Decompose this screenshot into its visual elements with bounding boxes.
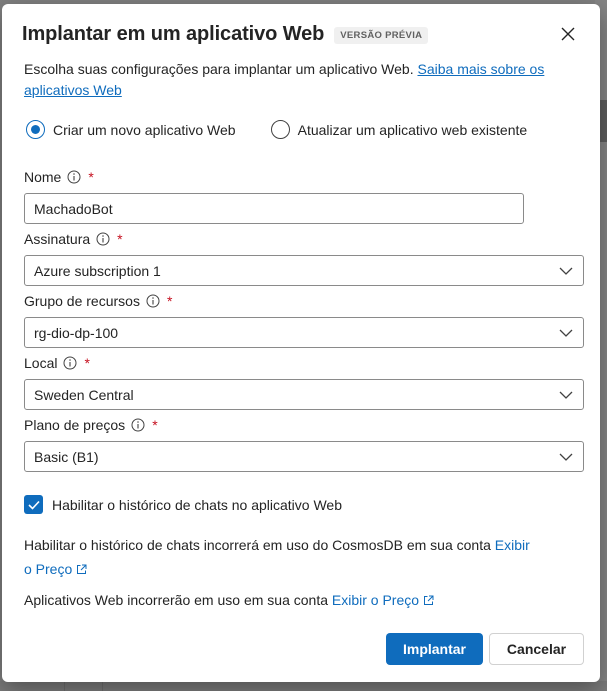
pricing-plan-select[interactable]: Basic (B1): [24, 441, 584, 472]
radio-unchecked-indicator: [270, 120, 290, 139]
select-value: Sweden Central: [34, 386, 134, 403]
checkbox-checked-indicator: [24, 495, 43, 514]
close-button[interactable]: [558, 24, 578, 44]
deploy-mode-radio-group: Criar um novo aplicativo Web Atualizar u…: [26, 120, 527, 139]
dialog-header: Implantar em um aplicativo Web VERSÃO PR…: [22, 23, 429, 46]
external-link-icon: [77, 564, 87, 574]
resource-group-select[interactable]: rg-dio-dp-100: [24, 317, 584, 348]
field-label-text: Local: [24, 355, 58, 371]
link-text: o Preço: [24, 561, 73, 577]
checkbox-label: Habilitar o histórico de chats no aplica…: [52, 496, 343, 513]
dialog-title: Implantar em um aplicativo Web: [22, 23, 325, 45]
required-marker: *: [84, 355, 90, 371]
field-label-text: Grupo de recursos: [24, 293, 140, 309]
chevron-down-icon: [559, 329, 573, 337]
description-text: Escolha suas configurações para implanta…: [24, 61, 418, 77]
chevron-down-icon: [559, 453, 573, 461]
required-marker: *: [166, 293, 173, 309]
resource-group-label: Grupo de recursos *: [24, 293, 172, 309]
link-text: Exibir: [494, 537, 530, 553]
field-label-text: Assinatura: [24, 231, 91, 247]
info-icon[interactable]: [146, 294, 160, 308]
radio-create-new-app[interactable]: Criar um novo aplicativo Web: [26, 120, 236, 139]
radio-checked-indicator: [26, 120, 45, 139]
subscription-label: Assinatura *: [24, 231, 123, 247]
name-input[interactable]: [24, 193, 524, 224]
required-marker: *: [152, 417, 158, 433]
dialog-description: Escolha suas configurações para implanta…: [24, 59, 554, 101]
deploy-web-app-dialog: Implantar em um aplicativo Web VERSÃO PR…: [2, 4, 600, 682]
cancel-button[interactable]: Cancelar: [489, 633, 584, 665]
info-icon[interactable]: [63, 356, 77, 370]
radio-update-existing-app[interactable]: Atualizar um aplicativo web existente: [270, 120, 528, 139]
chevron-down-icon: [559, 267, 573, 275]
chevron-down-icon: [559, 391, 573, 399]
preview-badge: VERSÃO PRÉVIA: [334, 27, 429, 44]
background-divider: [102, 681, 103, 691]
required-marker: *: [88, 169, 94, 185]
webapp-pricing-link[interactable]: Exibir o Preço: [332, 592, 434, 608]
select-value: Azure subscription 1: [34, 262, 161, 279]
radio-label: Criar um novo aplicativo Web: [53, 121, 236, 138]
webapp-cost-note: Aplicativos Web incorrerão em uso em sua…: [24, 588, 434, 612]
select-value: rg-dio-dp-100: [34, 324, 119, 341]
pricing-plan-label: Plano de preços *: [24, 417, 158, 433]
location-label: Local *: [24, 355, 90, 371]
cosmos-cost-note: Habilitar o histórico de chats incorrerá…: [24, 533, 564, 581]
note-text: Habilitar o histórico de chats incorrerá…: [24, 537, 495, 553]
link-text: Exibir o Preço: [331, 592, 420, 608]
close-icon: [561, 27, 575, 41]
note-text: Aplicativos Web incorrerão em uso em sua…: [24, 592, 332, 608]
external-link-icon: [424, 595, 434, 605]
location-select[interactable]: Sweden Central: [24, 379, 584, 410]
checkmark-icon: [27, 500, 40, 510]
background-bottom-strip: [0, 681, 607, 691]
field-label-text: Plano de preços: [24, 417, 126, 433]
name-label: Nome *: [24, 169, 94, 185]
info-icon[interactable]: [96, 232, 110, 246]
required-marker: *: [117, 231, 123, 247]
select-value: Basic (B1): [34, 448, 99, 465]
background-divider: [64, 681, 65, 691]
deploy-button[interactable]: Implantar: [386, 633, 483, 665]
field-label-text: Nome: [24, 169, 62, 185]
info-icon[interactable]: [67, 170, 81, 184]
info-icon[interactable]: [131, 418, 145, 432]
subscription-select[interactable]: Azure subscription 1: [24, 255, 584, 286]
radio-label: Atualizar um aplicativo web existente: [297, 121, 528, 138]
chat-history-checkbox[interactable]: Habilitar o histórico de chats no aplica…: [24, 495, 342, 514]
